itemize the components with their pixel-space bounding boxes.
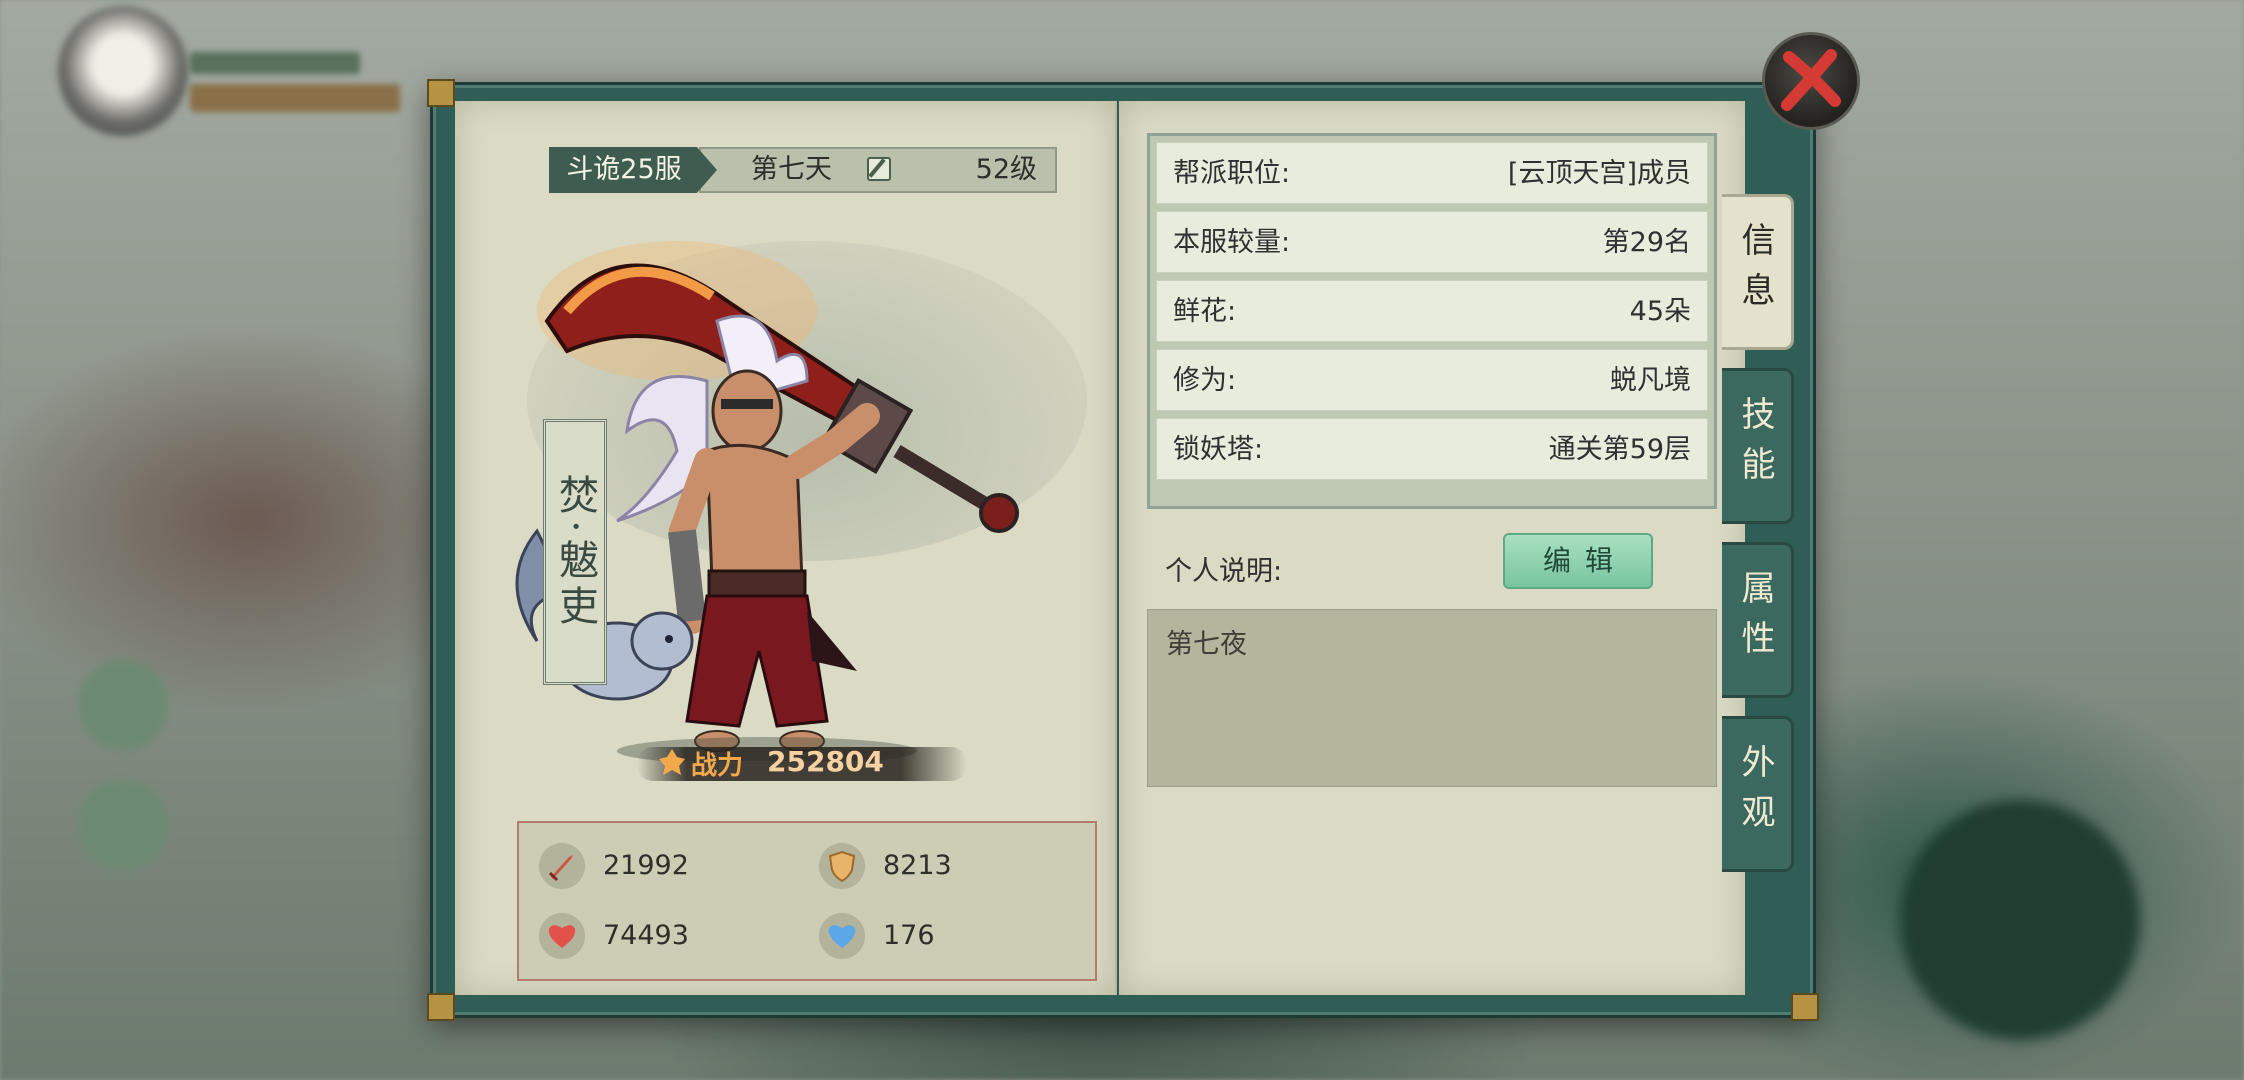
stat-value: 21992 bbox=[603, 850, 689, 881]
power-icon bbox=[659, 749, 685, 775]
info-key: 鲜花: bbox=[1173, 296, 1237, 327]
server-banner: 斗诡25服 第七天 52级 bbox=[549, 147, 1057, 193]
info-table: 帮派职位: [云顶天宫]成员 本服较量: 第29名 鲜花: 45朵 修为: 蜕凡… bbox=[1147, 133, 1717, 509]
stat-value: 74493 bbox=[603, 920, 689, 951]
info-row-tower: 锁妖塔: 通关第59层 bbox=[1156, 418, 1708, 480]
edit-description-button[interactable]: 编辑 bbox=[1503, 533, 1653, 589]
shield-icon bbox=[819, 843, 865, 889]
info-key: 帮派职位: bbox=[1173, 158, 1291, 189]
character-info-panel: 斗诡25服 第七天 52级 焚·魃吏 战力 252804 21992 8213 … bbox=[427, 79, 1819, 1021]
sword-icon bbox=[539, 843, 585, 889]
description-text: 第七夜 bbox=[1166, 629, 1247, 660]
info-value: 45朵 bbox=[1629, 296, 1691, 327]
character-art: 焚·魃吏 bbox=[477, 201, 1137, 761]
description-box[interactable]: 第七夜 bbox=[1147, 609, 1717, 787]
player-avatar bbox=[58, 6, 188, 136]
info-key: 修为: bbox=[1173, 365, 1237, 396]
edit-icon[interactable] bbox=[867, 157, 891, 181]
tab-skills[interactable]: 技能 bbox=[1722, 368, 1794, 524]
corner-ornament bbox=[427, 79, 455, 107]
corner-ornament bbox=[1791, 993, 1819, 1021]
combat-power: 战力 252804 bbox=[637, 741, 967, 787]
exp-bar bbox=[190, 84, 400, 112]
description-label: 个人说明: bbox=[1165, 556, 1283, 587]
power-label: 战力 bbox=[691, 751, 744, 781]
power-value: 252804 bbox=[767, 745, 884, 778]
stats-box: 21992 8213 74493 176 bbox=[517, 821, 1097, 981]
info-key: 锁妖塔: bbox=[1173, 434, 1264, 465]
info-row-rank: 本服较量: 第29名 bbox=[1156, 211, 1708, 273]
joystick bbox=[1900, 800, 2140, 1040]
info-row-cultivation: 修为: 蜕凡境 bbox=[1156, 349, 1708, 411]
info-row-guild: 帮派职位: [云顶天宫]成员 bbox=[1156, 142, 1708, 204]
server-name: 斗诡25服 bbox=[566, 154, 682, 185]
side-button bbox=[78, 780, 168, 870]
tab-attributes[interactable]: 属性 bbox=[1722, 542, 1794, 698]
info-value: 通关第59层 bbox=[1548, 434, 1691, 465]
heart-icon bbox=[819, 913, 865, 959]
left-page: 斗诡25服 第七天 52级 焚·魃吏 战力 252804 21992 8213 … bbox=[455, 101, 1117, 995]
close-icon bbox=[1781, 49, 1841, 111]
info-value: 第29名 bbox=[1602, 227, 1691, 258]
hp-bar bbox=[190, 52, 360, 74]
info-key: 本服较量: bbox=[1173, 227, 1291, 258]
tab-appearance[interactable]: 外观 bbox=[1722, 716, 1794, 872]
day-title: 第七天 bbox=[751, 154, 832, 185]
player-level: 52级 bbox=[975, 154, 1037, 185]
character-name-seal: 焚·魃吏 bbox=[543, 419, 607, 685]
info-value: 蜕凡境 bbox=[1610, 365, 1691, 396]
side-button bbox=[78, 660, 168, 750]
stat-value: 8213 bbox=[883, 850, 952, 881]
corner-ornament bbox=[427, 993, 455, 1021]
right-page: 帮派职位: [云顶天宫]成员 本服较量: 第29名 鲜花: 45朵 修为: 蜕凡… bbox=[1119, 101, 1745, 995]
close-button[interactable] bbox=[1762, 32, 1860, 130]
info-row-flowers: 鲜花: 45朵 bbox=[1156, 280, 1708, 342]
stat-value: 176 bbox=[883, 920, 935, 951]
heart-icon bbox=[539, 913, 585, 959]
tab-info[interactable]: 信息 bbox=[1722, 194, 1794, 350]
info-value: [云顶天宫]成员 bbox=[1507, 158, 1691, 189]
